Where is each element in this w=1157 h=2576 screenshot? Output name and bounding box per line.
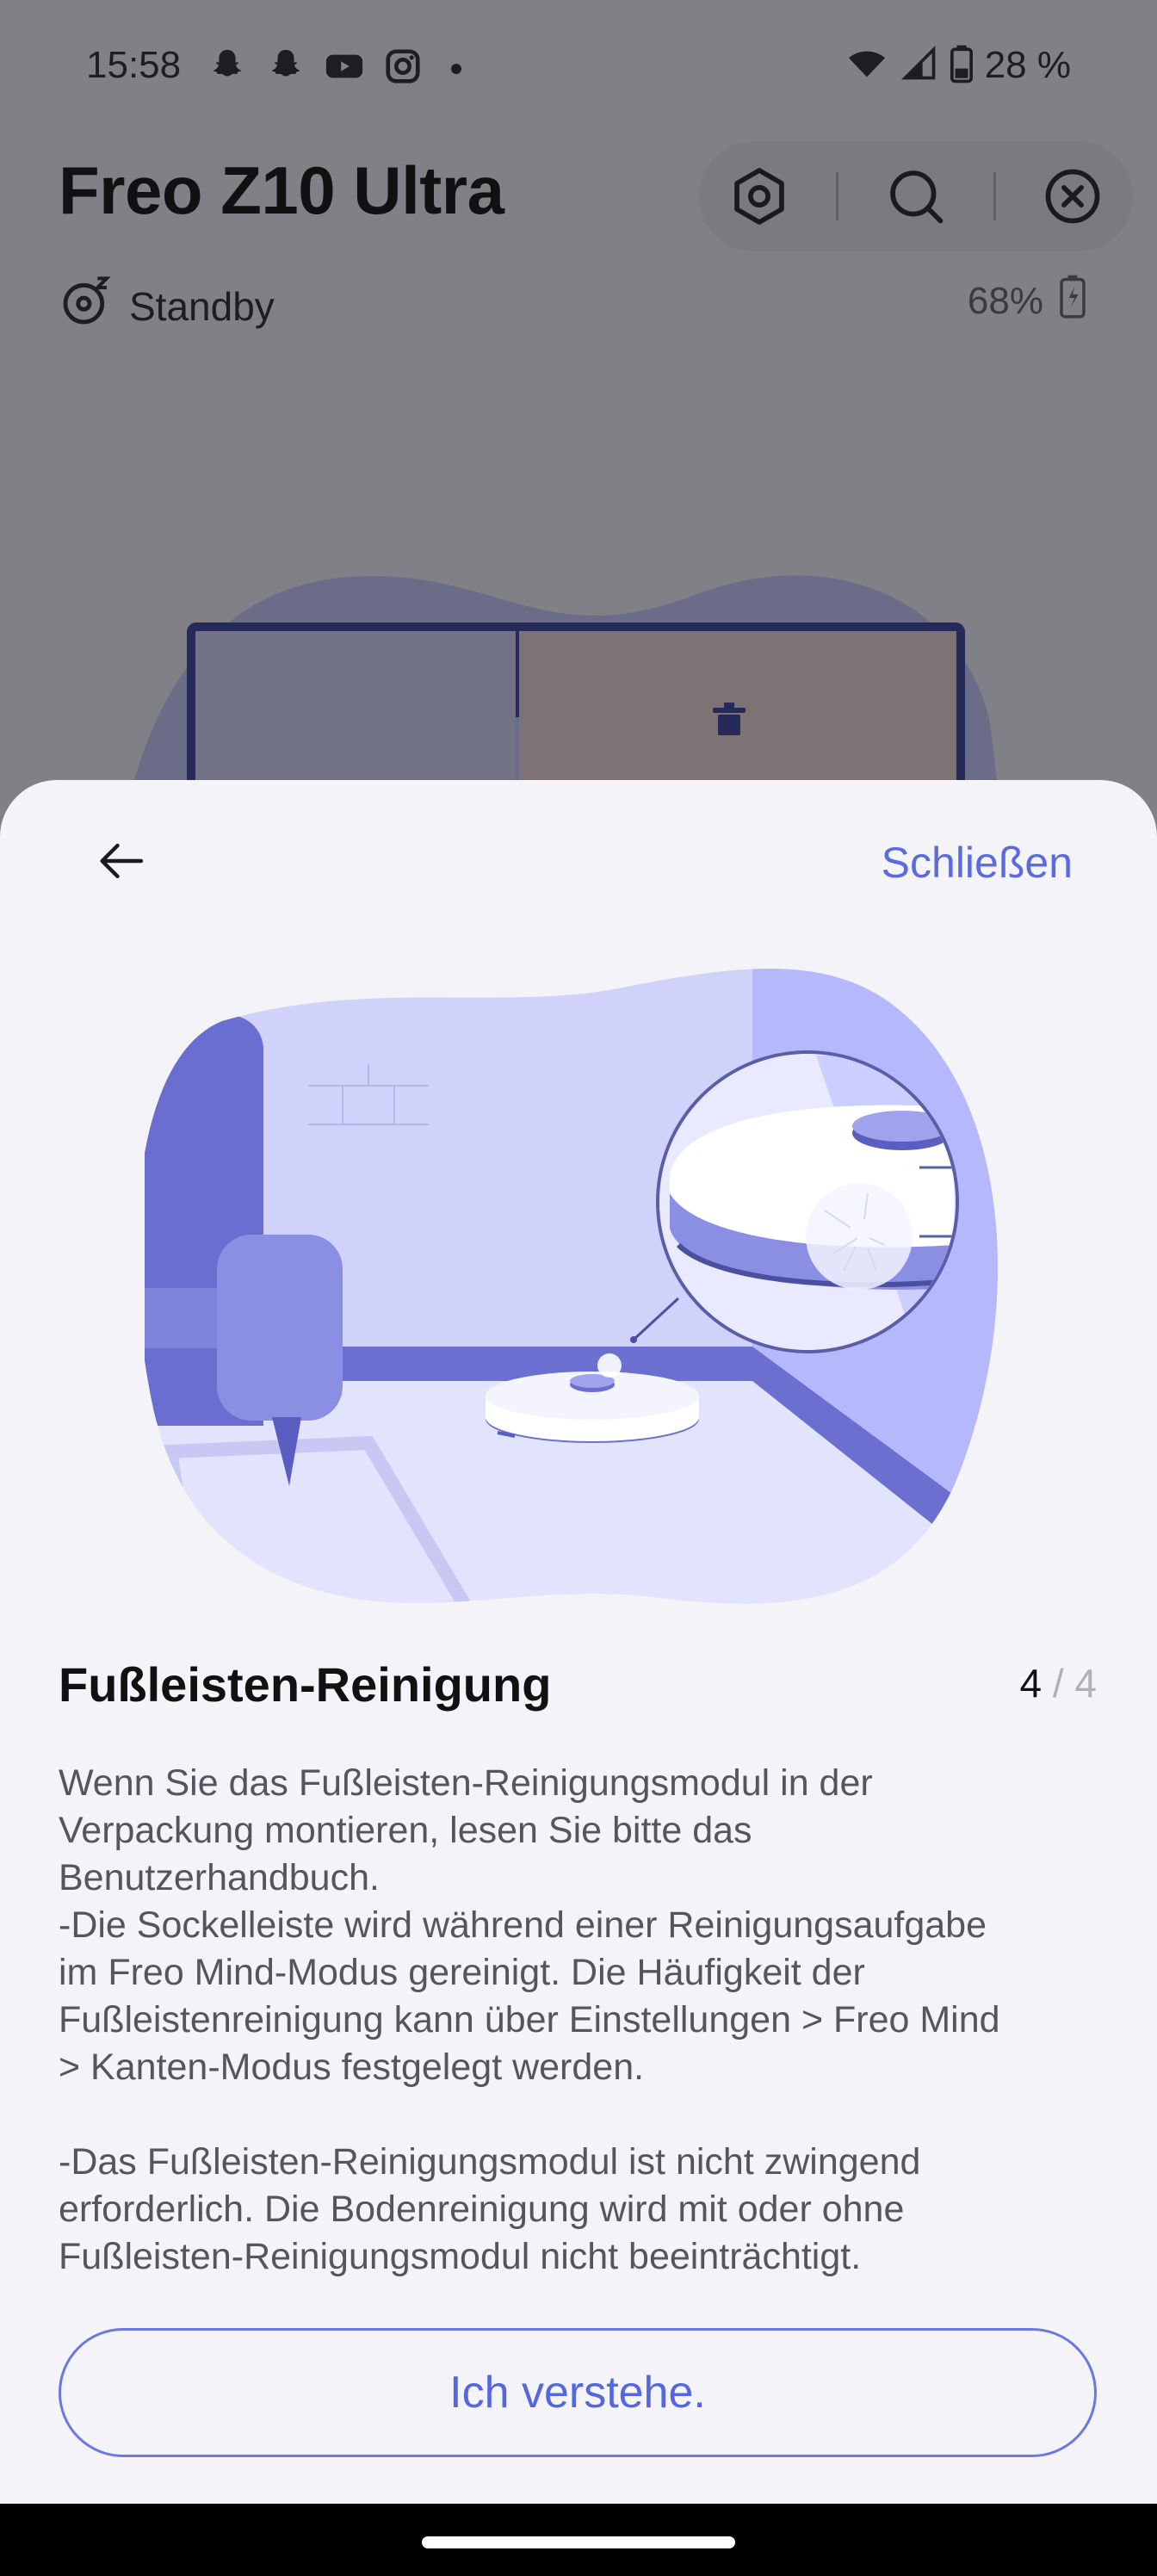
page-indicator: 4 / 4 <box>1019 1660 1097 1706</box>
snapchat-icon <box>207 46 248 90</box>
toolbar-divider <box>836 172 839 220</box>
close-circle-icon[interactable] <box>1030 153 1116 239</box>
charging-battery-icon <box>1057 274 1088 328</box>
app-background: 15:58 28 % Freo Z10 Ultra Standby 68% <box>0 0 1157 924</box>
instagram-icon <box>382 46 424 90</box>
confirm-button[interactable]: Ich verstehe. <box>59 2328 1097 2457</box>
device-toolbar <box>699 141 1133 251</box>
toolbar-divider <box>993 172 996 220</box>
device-battery: 68% <box>968 274 1088 328</box>
status-time: 15:58 <box>86 44 182 86</box>
page-total: 4 <box>1074 1661 1097 1706</box>
snapchat-icon <box>265 46 306 90</box>
device-title: Freo Z10 Ultra <box>59 152 504 228</box>
settings-hex-icon[interactable] <box>716 153 802 239</box>
page-separator: / <box>1042 1661 1075 1706</box>
back-button[interactable] <box>83 823 162 902</box>
device-battery-value: 68% <box>967 279 1043 322</box>
status-bar: 15:58 28 % <box>0 38 1157 93</box>
home-gesture-handle[interactable] <box>422 2536 735 2548</box>
wifi-icon <box>845 44 888 88</box>
battery-percentage: 28 % <box>984 44 1071 86</box>
signal-icon <box>900 44 938 88</box>
card-description: Wenn Sie das Fußleisten-Reinigungsmodul … <box>59 1762 1000 2277</box>
system-status: 28 % <box>845 38 1071 93</box>
feature-info-sheet: Schließen Fußleisten-Reinigung 4 / 4 Wen… <box>0 780 1157 2504</box>
arrow-left-icon <box>94 833 151 894</box>
card-title: Fußleisten-Reinigung <box>59 1657 552 1712</box>
state-label: Standby <box>129 283 275 329</box>
notification-icons <box>207 46 461 90</box>
battery-icon <box>950 44 973 88</box>
close-button[interactable]: Schließen <box>882 828 1073 897</box>
search-icon[interactable] <box>873 153 959 239</box>
page-current: 4 <box>1019 1661 1043 1706</box>
youtube-icon <box>324 46 365 90</box>
dot-icon <box>451 63 461 74</box>
standby-icon <box>59 274 114 338</box>
edge-cleaning-illustration <box>145 961 1012 1617</box>
device-state: Standby <box>59 274 275 338</box>
